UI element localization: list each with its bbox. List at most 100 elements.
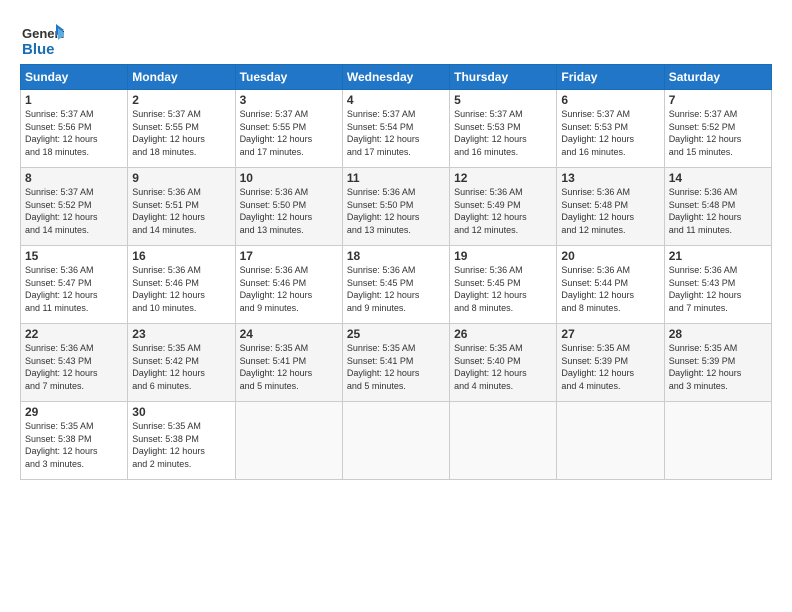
calendar-cell: 12Sunrise: 5:36 AM Sunset: 5:49 PM Dayli… [450,168,557,246]
day-info: Sunrise: 5:37 AM Sunset: 5:55 PM Dayligh… [240,108,338,158]
day-number: 14 [669,171,767,185]
calendar-cell: 4Sunrise: 5:37 AM Sunset: 5:54 PM Daylig… [342,90,449,168]
day-info: Sunrise: 5:36 AM Sunset: 5:45 PM Dayligh… [347,264,445,314]
day-number: 30 [132,405,230,419]
day-info: Sunrise: 5:36 AM Sunset: 5:50 PM Dayligh… [240,186,338,236]
day-number: 10 [240,171,338,185]
day-number: 17 [240,249,338,263]
day-info: Sunrise: 5:36 AM Sunset: 5:46 PM Dayligh… [240,264,338,314]
day-info: Sunrise: 5:35 AM Sunset: 5:39 PM Dayligh… [561,342,659,392]
day-number: 3 [240,93,338,107]
day-number: 16 [132,249,230,263]
calendar-cell: 7Sunrise: 5:37 AM Sunset: 5:52 PM Daylig… [664,90,771,168]
calendar-cell: 9Sunrise: 5:36 AM Sunset: 5:51 PM Daylig… [128,168,235,246]
day-info: Sunrise: 5:36 AM Sunset: 5:49 PM Dayligh… [454,186,552,236]
logo: General Blue [20,16,64,60]
week-row-3: 15Sunrise: 5:36 AM Sunset: 5:47 PM Dayli… [21,246,772,324]
col-sunday: Sunday [21,65,128,90]
day-number: 18 [347,249,445,263]
day-info: Sunrise: 5:37 AM Sunset: 5:56 PM Dayligh… [25,108,123,158]
day-info: Sunrise: 5:35 AM Sunset: 5:38 PM Dayligh… [25,420,123,470]
day-number: 23 [132,327,230,341]
day-info: Sunrise: 5:35 AM Sunset: 5:39 PM Dayligh… [669,342,767,392]
calendar-cell: 2Sunrise: 5:37 AM Sunset: 5:55 PM Daylig… [128,90,235,168]
calendar-cell: 30Sunrise: 5:35 AM Sunset: 5:38 PM Dayli… [128,402,235,480]
day-number: 25 [347,327,445,341]
day-number: 21 [669,249,767,263]
day-info: Sunrise: 5:36 AM Sunset: 5:47 PM Dayligh… [25,264,123,314]
calendar-cell [450,402,557,480]
day-info: Sunrise: 5:36 AM Sunset: 5:50 PM Dayligh… [347,186,445,236]
day-number: 1 [25,93,123,107]
calendar-cell: 14Sunrise: 5:36 AM Sunset: 5:48 PM Dayli… [664,168,771,246]
day-number: 26 [454,327,552,341]
day-info: Sunrise: 5:36 AM Sunset: 5:46 PM Dayligh… [132,264,230,314]
calendar-cell: 19Sunrise: 5:36 AM Sunset: 5:45 PM Dayli… [450,246,557,324]
calendar-cell [235,402,342,480]
calendar-cell: 5Sunrise: 5:37 AM Sunset: 5:53 PM Daylig… [450,90,557,168]
calendar-cell [342,402,449,480]
calendar-cell: 8Sunrise: 5:37 AM Sunset: 5:52 PM Daylig… [21,168,128,246]
calendar-cell: 16Sunrise: 5:36 AM Sunset: 5:46 PM Dayli… [128,246,235,324]
calendar-cell: 10Sunrise: 5:36 AM Sunset: 5:50 PM Dayli… [235,168,342,246]
day-info: Sunrise: 5:35 AM Sunset: 5:38 PM Dayligh… [132,420,230,470]
day-number: 27 [561,327,659,341]
day-info: Sunrise: 5:37 AM Sunset: 5:53 PM Dayligh… [454,108,552,158]
header: General Blue [20,16,772,60]
day-info: Sunrise: 5:35 AM Sunset: 5:40 PM Dayligh… [454,342,552,392]
day-number: 29 [25,405,123,419]
day-info: Sunrise: 5:36 AM Sunset: 5:45 PM Dayligh… [454,264,552,314]
logo-icon: General Blue [20,16,64,60]
day-info: Sunrise: 5:37 AM Sunset: 5:52 PM Dayligh… [669,108,767,158]
calendar-cell: 3Sunrise: 5:37 AM Sunset: 5:55 PM Daylig… [235,90,342,168]
col-thursday: Thursday [450,65,557,90]
day-info: Sunrise: 5:36 AM Sunset: 5:48 PM Dayligh… [561,186,659,236]
day-info: Sunrise: 5:36 AM Sunset: 5:43 PM Dayligh… [25,342,123,392]
day-info: Sunrise: 5:35 AM Sunset: 5:41 PM Dayligh… [347,342,445,392]
calendar-cell: 17Sunrise: 5:36 AM Sunset: 5:46 PM Dayli… [235,246,342,324]
calendar-cell: 23Sunrise: 5:35 AM Sunset: 5:42 PM Dayli… [128,324,235,402]
calendar-cell: 6Sunrise: 5:37 AM Sunset: 5:53 PM Daylig… [557,90,664,168]
col-friday: Friday [557,65,664,90]
calendar-cell: 11Sunrise: 5:36 AM Sunset: 5:50 PM Dayli… [342,168,449,246]
calendar-cell: 1Sunrise: 5:37 AM Sunset: 5:56 PM Daylig… [21,90,128,168]
calendar-table: Sunday Monday Tuesday Wednesday Thursday… [20,64,772,480]
col-monday: Monday [128,65,235,90]
calendar-cell: 27Sunrise: 5:35 AM Sunset: 5:39 PM Dayli… [557,324,664,402]
col-wednesday: Wednesday [342,65,449,90]
svg-text:Blue: Blue [22,41,55,58]
day-number: 19 [454,249,552,263]
day-number: 8 [25,171,123,185]
calendar-cell [557,402,664,480]
day-number: 9 [132,171,230,185]
day-number: 13 [561,171,659,185]
week-row-1: 1Sunrise: 5:37 AM Sunset: 5:56 PM Daylig… [21,90,772,168]
col-tuesday: Tuesday [235,65,342,90]
day-info: Sunrise: 5:35 AM Sunset: 5:41 PM Dayligh… [240,342,338,392]
day-number: 12 [454,171,552,185]
calendar-cell: 29Sunrise: 5:35 AM Sunset: 5:38 PM Dayli… [21,402,128,480]
calendar-cell: 20Sunrise: 5:36 AM Sunset: 5:44 PM Dayli… [557,246,664,324]
calendar-cell: 21Sunrise: 5:36 AM Sunset: 5:43 PM Dayli… [664,246,771,324]
day-info: Sunrise: 5:35 AM Sunset: 5:42 PM Dayligh… [132,342,230,392]
calendar-cell: 25Sunrise: 5:35 AM Sunset: 5:41 PM Dayli… [342,324,449,402]
calendar-cell: 22Sunrise: 5:36 AM Sunset: 5:43 PM Dayli… [21,324,128,402]
day-number: 28 [669,327,767,341]
header-row: Sunday Monday Tuesday Wednesday Thursday… [21,65,772,90]
calendar-cell [664,402,771,480]
day-number: 24 [240,327,338,341]
day-info: Sunrise: 5:37 AM Sunset: 5:54 PM Dayligh… [347,108,445,158]
calendar-cell: 18Sunrise: 5:36 AM Sunset: 5:45 PM Dayli… [342,246,449,324]
page: General Blue Sunday Monday Tuesday Wedne… [0,0,792,490]
day-number: 11 [347,171,445,185]
day-number: 20 [561,249,659,263]
day-number: 4 [347,93,445,107]
day-number: 6 [561,93,659,107]
week-row-4: 22Sunrise: 5:36 AM Sunset: 5:43 PM Dayli… [21,324,772,402]
day-info: Sunrise: 5:36 AM Sunset: 5:43 PM Dayligh… [669,264,767,314]
day-info: Sunrise: 5:36 AM Sunset: 5:44 PM Dayligh… [561,264,659,314]
day-number: 22 [25,327,123,341]
week-row-5: 29Sunrise: 5:35 AM Sunset: 5:38 PM Dayli… [21,402,772,480]
calendar-cell: 28Sunrise: 5:35 AM Sunset: 5:39 PM Dayli… [664,324,771,402]
week-row-2: 8Sunrise: 5:37 AM Sunset: 5:52 PM Daylig… [21,168,772,246]
